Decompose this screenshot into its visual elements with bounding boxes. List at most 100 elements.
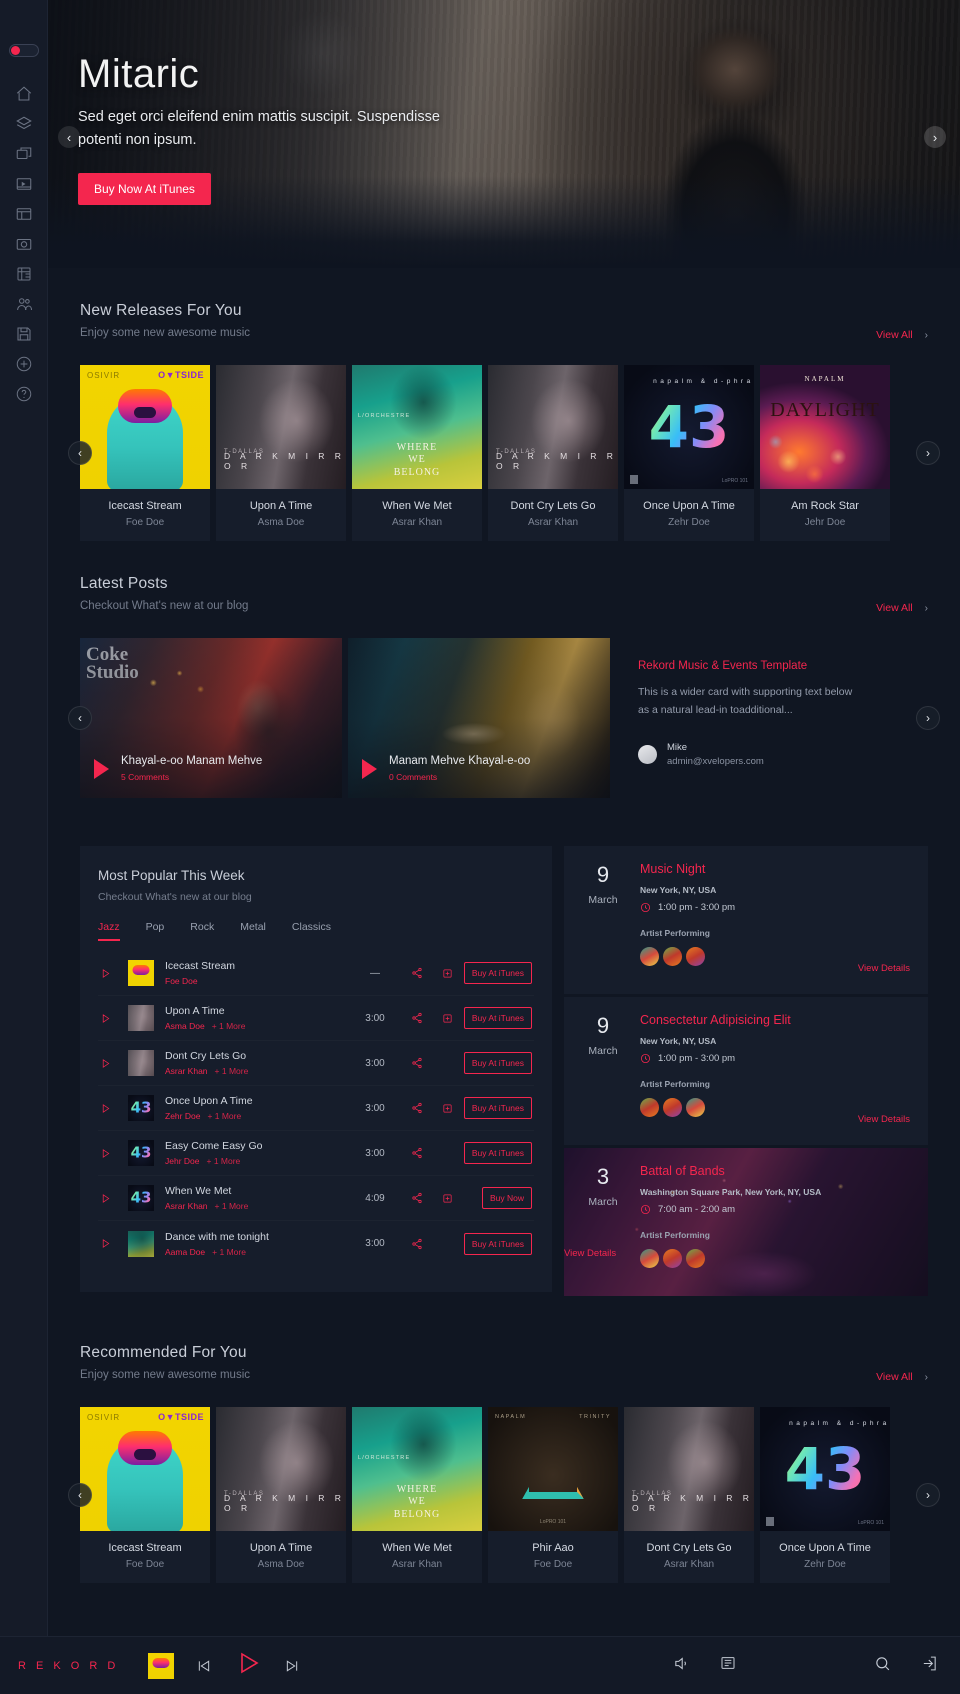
event-card[interactable]: 9 March Consectetur Adipisicing Elit New… <box>564 997 928 1145</box>
album-title: Dont Cry Lets Go <box>646 1542 732 1554</box>
share-icon[interactable] <box>402 967 432 979</box>
play-icon[interactable] <box>362 758 377 779</box>
add-to-playlist-icon[interactable] <box>432 968 462 979</box>
tab-pop[interactable]: Pop <box>146 921 165 941</box>
album-card[interactable]: napalm & d-phrag 43 LoPRO 101 Once Upon … <box>760 1407 890 1583</box>
buy-button[interactable]: Buy Now <box>481 1187 532 1209</box>
hero-next-arrow[interactable]: › <box>924 126 946 148</box>
play-icon[interactable] <box>94 758 109 779</box>
event-view-details[interactable]: View Details <box>858 1114 910 1125</box>
album-card[interactable]: OSIVIR O▼TSIDE Icecast Stream Foe Doe <box>80 365 210 541</box>
table-row[interactable]: Dont Cry Lets Go Asrar Khan + 1 More 3:0… <box>98 1041 534 1086</box>
album-art-label-main: D A R K M I R R O R <box>496 451 617 471</box>
buy-button[interactable]: Buy At iTunes <box>463 1052 532 1074</box>
share-icon[interactable] <box>402 1238 432 1250</box>
sidebar-item-calendar[interactable] <box>9 259 39 289</box>
featured-post-title[interactable]: Rekord Music & Events Template <box>638 660 928 672</box>
tab-jazz[interactable]: Jazz <box>98 921 120 941</box>
volume-button[interactable] <box>673 1655 690 1677</box>
sidebar-item-camera[interactable] <box>9 229 39 259</box>
buy-button[interactable]: Buy At iTunes <box>463 962 532 984</box>
event-card[interactable]: 3 March Battal of Bands Washington Squar… <box>564 1148 928 1296</box>
album-card[interactable]: NAPALM TRINITY LoPRO 101 Phir Aao Foe Do… <box>488 1407 618 1583</box>
sidebar-item-browser[interactable] <box>9 199 39 229</box>
add-to-playlist-icon[interactable] <box>432 1013 462 1024</box>
sidebar-toggle[interactable] <box>8 44 39 57</box>
hero-prev-arrow[interactable]: ‹ <box>58 126 80 148</box>
table-row[interactable]: Dance with me tonight Aama Doe + 1 More … <box>98 1221 534 1266</box>
share-icon[interactable] <box>402 1147 432 1159</box>
new-releases-view-all[interactable]: View All › <box>876 329 928 341</box>
play-button[interactable] <box>236 1651 260 1680</box>
recommended-view-all[interactable]: View All › <box>876 1371 928 1383</box>
table-row[interactable]: 43 Once Upon A Time Zehr Doe + 1 More 3:… <box>98 1086 534 1131</box>
new-releases-prev-arrow[interactable]: ‹ <box>68 441 92 465</box>
sidebar-item-home[interactable] <box>9 79 39 109</box>
now-playing-thumbnail[interactable] <box>148 1652 174 1679</box>
table-row[interactable]: Icecast Stream Foe Doe — Buy At iTunes <box>98 951 534 996</box>
table-row[interactable]: Upon A Time Asma Doe + 1 More 3:00 Buy A… <box>98 996 534 1041</box>
latest-posts-next-arrow[interactable]: › <box>916 706 940 730</box>
sidebar-item-add[interactable] <box>9 349 39 379</box>
latest-posts-prev-arrow[interactable]: ‹ <box>68 706 92 730</box>
mouth-graphic <box>134 1449 156 1460</box>
buy-button[interactable]: Buy At iTunes <box>463 1142 532 1164</box>
track-play-button[interactable] <box>100 1148 128 1159</box>
table-row[interactable]: 43 When We Met Asrar Khan + 1 More 4:09 <box>98 1176 534 1221</box>
login-button[interactable] <box>921 1655 938 1677</box>
track-play-button[interactable] <box>100 1058 128 1069</box>
featured-post-author: Mike admin@xvelopers.com <box>638 742 928 767</box>
sidebar-item-windows[interactable] <box>9 139 39 169</box>
playlist-button[interactable] <box>720 1655 736 1676</box>
album-card[interactable]: napalm & d-phrag 43 LoPRO 101 Once Upon … <box>624 365 754 541</box>
sidebar-item-video[interactable] <box>9 169 39 199</box>
table-row[interactable]: 43 Easy Come Easy Go Jehr Doe + 1 More 3… <box>98 1131 534 1176</box>
sidebar-item-help[interactable] <box>9 379 39 409</box>
track-play-button[interactable] <box>100 1238 128 1249</box>
search-button[interactable] <box>874 1655 891 1677</box>
album-card[interactable]: T-DALLAS D A R K M I R R O R Dont Cry Le… <box>624 1407 754 1583</box>
track-play-button[interactable] <box>100 1193 128 1204</box>
album-card[interactable]: NAPALM DAYLIGHT Am Rock Star Jehr Doe <box>760 365 890 541</box>
track-info: Icecast Stream Foe Doe <box>165 960 348 986</box>
album-card[interactable]: T-DALLAS D A R K M I R R O R Dont Cry Le… <box>488 365 618 541</box>
sidebar-item-save[interactable] <box>9 319 39 349</box>
tab-metal[interactable]: Metal <box>240 921 266 941</box>
tab-classics[interactable]: Classics <box>292 921 331 941</box>
track-play-button[interactable] <box>100 1013 128 1024</box>
event-card[interactable]: 9 March Music Night New York, NY, USA 1:… <box>564 846 928 994</box>
next-button[interactable] <box>284 1658 300 1674</box>
share-icon[interactable] <box>402 1057 432 1069</box>
recommended-next-arrow[interactable]: › <box>916 1483 940 1507</box>
track-play-button[interactable] <box>100 1103 128 1114</box>
buy-now-itunes-button[interactable]: Buy Now At iTunes <box>78 172 211 205</box>
post-card[interactable]: CokeStudio Khayal-e-oo Manam Mehve 5 Com… <box>80 638 342 798</box>
play-icon <box>241 1652 259 1674</box>
recommended-prev-arrow[interactable]: ‹ <box>68 1483 92 1507</box>
new-releases-next-arrow[interactable]: › <box>916 441 940 465</box>
tab-rock[interactable]: Rock <box>190 921 214 941</box>
add-to-playlist-icon[interactable] <box>432 1193 462 1204</box>
album-card[interactable]: L/ORCHESTRE WHERE WE BELONG When We Met As… <box>352 365 482 541</box>
album-card[interactable]: OSIVIR O▼TSIDE Icecast Stream Foe Doe <box>80 1407 210 1583</box>
buy-button[interactable]: Buy At iTunes <box>463 1007 532 1029</box>
buy-button[interactable]: Buy At iTunes <box>463 1232 532 1255</box>
post-card[interactable]: Manam Mehve Khayal-e-oo 0 Comments <box>348 638 610 798</box>
album-card[interactable]: T-DALLAS D A R K M I R R O R Upon A Time… <box>216 365 346 541</box>
track-duration: 3:00 <box>365 1102 385 1114</box>
share-icon[interactable] <box>402 1102 432 1114</box>
event-view-details[interactable]: View Details <box>858 963 910 974</box>
share-icon[interactable] <box>402 1192 432 1204</box>
add-to-playlist-icon[interactable] <box>432 1103 462 1114</box>
sidebar-item-users[interactable] <box>9 289 39 319</box>
event-view-details[interactable]: View Details <box>564 1248 892 1259</box>
users-icon <box>9 289 39 319</box>
previous-button[interactable] <box>196 1658 212 1674</box>
album-card[interactable]: T-DALLAS D A R K M I R R O R Upon A Time… <box>216 1407 346 1583</box>
buy-button[interactable]: Buy At iTunes <box>463 1097 532 1119</box>
album-card[interactable]: L/ORCHESTRE WHERE WE BELONG When We Met As… <box>352 1407 482 1583</box>
latest-posts-view-all[interactable]: View All › <box>876 602 928 614</box>
track-play-button[interactable] <box>100 968 128 979</box>
sidebar-item-layers[interactable] <box>9 109 39 139</box>
share-icon[interactable] <box>402 1012 432 1024</box>
